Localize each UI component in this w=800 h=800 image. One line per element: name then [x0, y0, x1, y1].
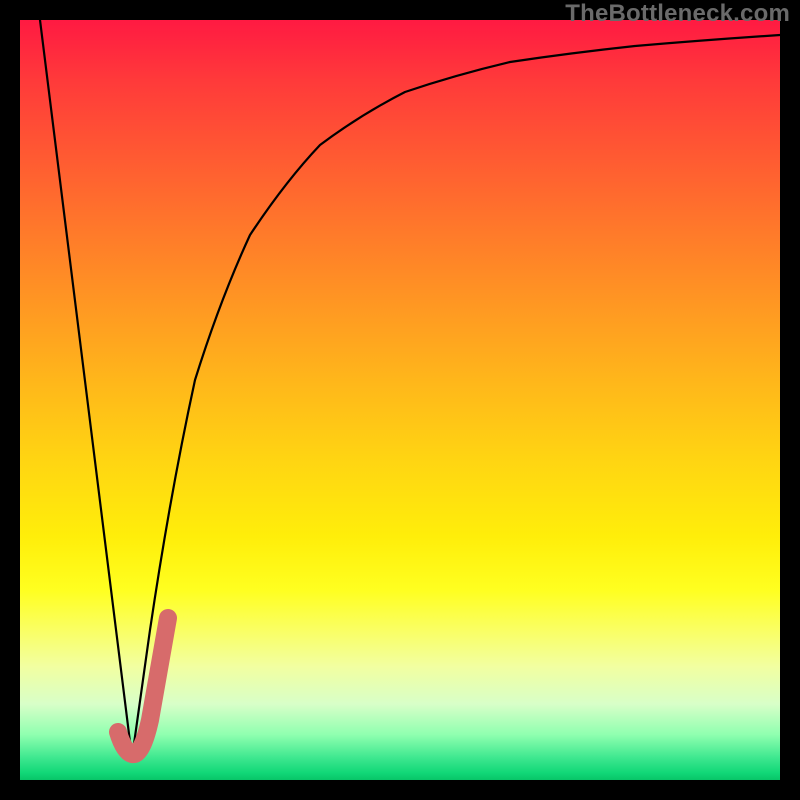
plot-area — [20, 20, 780, 780]
curve-left-descent — [40, 20, 132, 758]
curve-layer — [20, 20, 780, 780]
curve-right-ascent — [132, 35, 780, 758]
chart-frame: TheBottleneck.com — [0, 0, 800, 800]
attribution-text: TheBottleneck.com — [565, 0, 790, 28]
